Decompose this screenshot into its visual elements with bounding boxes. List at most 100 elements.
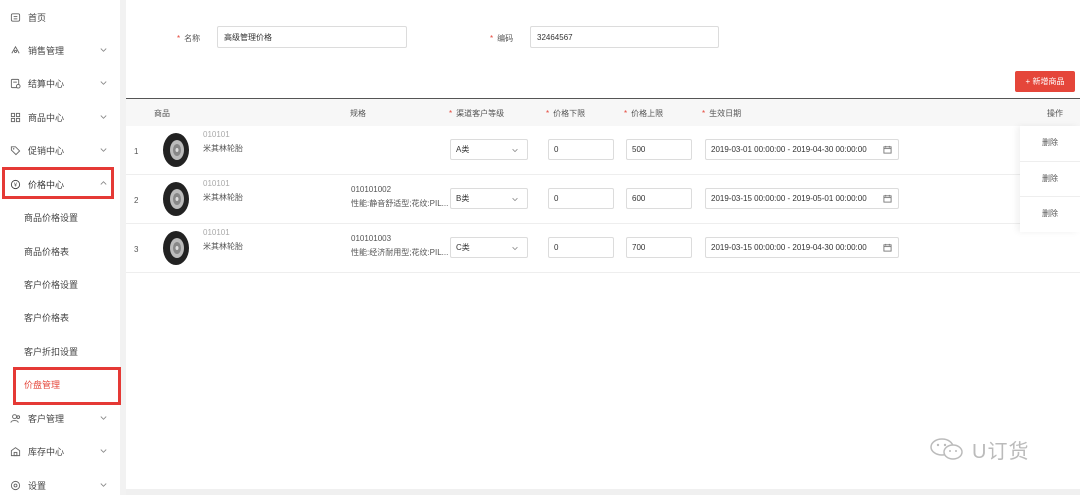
sidebar: 首页 销售管理 结算中心 商品中心 促销中心 ¥ 价格中心 商品价格设置 商品价… <box>0 0 120 495</box>
column-header-price-min: * 价格下限 <box>546 109 586 118</box>
name-input[interactable]: 高级管理价格 <box>217 26 407 48</box>
chevron-down-icon <box>100 148 107 152</box>
row-index: 2 <box>134 196 139 205</box>
tire-product-image <box>163 231 189 265</box>
user-group-icon <box>9 412 21 424</box>
sidebar-item-label: 促销中心 <box>28 145 65 156</box>
sidebar-item-sales[interactable]: 销售管理 <box>0 39 120 61</box>
channel-level-select[interactable]: A类 <box>450 139 528 160</box>
sidebar-item-label: 销售管理 <box>28 45 65 56</box>
sidebar-item-home[interactable]: 首页 <box>0 6 120 28</box>
highlight-box-price-center <box>2 167 114 199</box>
chevron-down-icon <box>100 449 107 453</box>
product-code: 010101 <box>203 130 230 139</box>
sidebar-item-label: 客户管理 <box>28 413 65 424</box>
warehouse-icon <box>9 445 21 457</box>
table-row: 3 010101 米其林轮胎 010101003 性能:经济耐用型;花纹:PIL… <box>126 224 1080 273</box>
column-header-spec: 规格 <box>350 109 366 118</box>
sidebar-item-label: 结算中心 <box>28 78 65 89</box>
product-name: 米其林轮胎 <box>203 193 243 202</box>
chevron-down-icon <box>512 148 518 153</box>
delete-button[interactable]: 删除 <box>1020 173 1080 184</box>
tire-product-image <box>163 182 189 216</box>
channel-level-select[interactable]: C类 <box>450 237 528 258</box>
tire-product-image <box>163 133 189 167</box>
price-max-input[interactable]: 500 <box>626 139 692 160</box>
price-min-input[interactable]: 0 <box>548 237 614 258</box>
submenu-item-product-price-setting[interactable]: 商品价格设置 <box>0 207 120 227</box>
sales-icon <box>9 44 21 56</box>
sidebar-item-products[interactable]: 商品中心 <box>0 106 120 128</box>
name-label: * 名称 <box>177 34 201 43</box>
price-max-input[interactable]: 700 <box>626 237 692 258</box>
home-icon <box>9 11 21 23</box>
sidebar-item-label: 商品中心 <box>28 112 65 123</box>
sidebar-item-promotion[interactable]: 促销中心 <box>0 139 120 161</box>
divider <box>1020 161 1080 162</box>
horizontal-scrollbar[interactable] <box>126 489 1080 495</box>
spec-desc: 性能:经济耐用型;花纹:PIL... <box>351 248 449 257</box>
chevron-down-icon <box>512 246 518 251</box>
sidebar-item-label: 库存中心 <box>28 446 65 457</box>
sidebar-item-label: 首页 <box>28 12 47 23</box>
delete-button[interactable]: 删除 <box>1020 208 1080 219</box>
watermark-text: U订货 <box>972 440 1030 463</box>
spec-code: 010101002 <box>351 185 392 194</box>
sidebar-item-settlement[interactable]: 结算中心 <box>0 72 120 94</box>
action-column: 删除 删除 删除 <box>1020 126 1080 232</box>
highlight-box-price-disk <box>13 367 121 405</box>
row-index: 1 <box>134 147 139 156</box>
code-input[interactable]: 32464567 <box>530 26 719 48</box>
chevron-down-icon <box>100 115 107 119</box>
product-name: 米其林轮胎 <box>203 242 243 251</box>
table-row: 1 010101 米其林轮胎 A类 0 500 2019-03-01 00:00… <box>126 126 1080 175</box>
sidebar-item-customers[interactable]: 客户管理 <box>0 407 120 429</box>
divider <box>1020 196 1080 197</box>
date-range-input[interactable]: 2019-03-15 00:00:00 - 2019-04-30 00:00:0… <box>705 237 899 258</box>
chevron-down-icon <box>100 483 107 487</box>
calendar-icon <box>883 145 892 154</box>
submenu-item-product-price-table[interactable]: 商品价格表 <box>0 241 120 261</box>
submenu-item-customer-discount-setting[interactable]: 客户折扣设置 <box>0 341 120 361</box>
price-min-input[interactable]: 0 <box>548 139 614 160</box>
date-range-input[interactable]: 2019-03-01 00:00:00 - 2019-04-30 00:00:0… <box>705 139 899 160</box>
product-code: 010101 <box>203 228 230 237</box>
table-row: 2 010101 米其林轮胎 010101002 性能:静音舒适型;花纹:PIL… <box>126 175 1080 224</box>
product-name: 米其林轮胎 <box>203 144 243 153</box>
add-product-button[interactable]: + 新增商品 <box>1015 71 1075 92</box>
date-range-input[interactable]: 2019-03-15 00:00:00 - 2019-05-01 00:00:0… <box>705 188 899 209</box>
row-index: 3 <box>134 245 139 254</box>
column-header-channel-level: * 渠道客户等级 <box>449 109 505 118</box>
submenu-item-customer-price-table[interactable]: 客户价格表 <box>0 307 120 327</box>
product-code: 010101 <box>203 179 230 188</box>
column-header-effective-date: * 生效日期 <box>702 109 742 118</box>
calendar-icon <box>883 194 892 203</box>
wechat-icon <box>930 438 963 460</box>
sidebar-item-label: 设置 <box>28 480 47 491</box>
price-max-input[interactable]: 600 <box>626 188 692 209</box>
chevron-down-icon <box>100 81 107 85</box>
column-header-action: 操作 <box>1047 109 1063 118</box>
calendar-icon <box>883 243 892 252</box>
submenu-item-customer-price-setting[interactable]: 客户价格设置 <box>0 274 120 294</box>
chevron-down-icon <box>100 48 107 52</box>
sidebar-item-settings[interactable]: 设置 <box>0 474 120 495</box>
channel-level-select[interactable]: B类 <box>450 188 528 209</box>
tag-icon <box>9 144 21 156</box>
chevron-down-icon <box>512 197 518 202</box>
chevron-down-icon <box>100 416 107 420</box>
table-header: 商品 规格 * 渠道客户等级 * 价格下限 * 价格上限 * 生效日期 操作 <box>126 98 1080 126</box>
column-header-price-max: * 价格上限 <box>624 109 664 118</box>
watermark: U订货 <box>928 434 1029 464</box>
delete-button[interactable]: 删除 <box>1020 137 1080 148</box>
spec-code: 010101003 <box>351 234 392 243</box>
column-header-product: 商品 <box>154 109 170 118</box>
sidebar-item-inventory[interactable]: 库存中心 <box>0 440 120 462</box>
grid-icon <box>9 111 21 123</box>
gear-icon <box>9 479 21 491</box>
settlement-icon <box>9 77 21 89</box>
app-root: 首页 销售管理 结算中心 商品中心 促销中心 ¥ 价格中心 商品价格设置 商品价… <box>0 0 1080 495</box>
code-label: * 编码 <box>490 34 514 43</box>
price-min-input[interactable]: 0 <box>548 188 614 209</box>
spec-desc: 性能:静音舒适型;花纹:PIL... <box>351 199 449 208</box>
